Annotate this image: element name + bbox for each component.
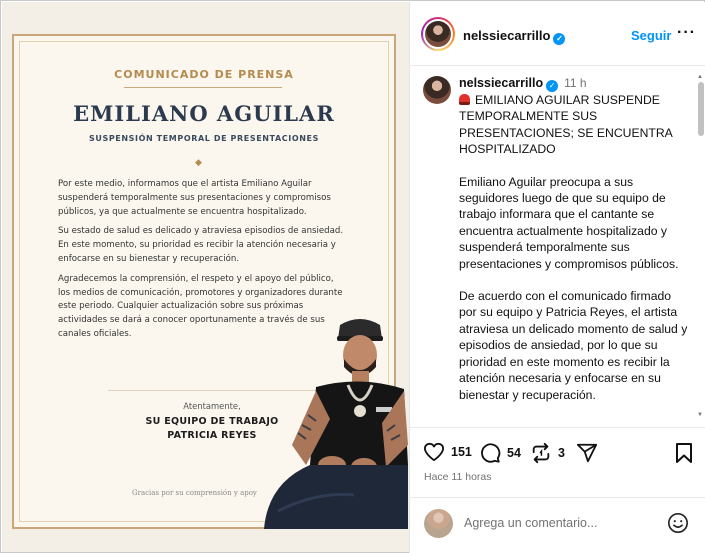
comment-count[interactable]: 54 — [507, 446, 521, 460]
press-release-label: COMUNICADO DE PRENSA — [114, 68, 294, 81]
caption-headline: EMILIANO AGUILAR SUSPENDE TEMPORALMENTE … — [459, 92, 691, 158]
siren-icon — [459, 94, 470, 105]
save-action[interactable] — [674, 442, 694, 464]
press-paragraph: Su estado de salud es delicado y atravie… — [58, 226, 344, 264]
comment-composer — [410, 497, 705, 553]
like-count[interactable]: 151 — [451, 445, 472, 459]
caption-paragraph: Emiliano Aguilar preocupa a sus seguidor… — [459, 174, 679, 271]
caption-text: EMILIANO AGUILAR SUSPENDE TEMPORALMENTE … — [459, 92, 691, 419]
caption-scrollbar[interactable]: ▲ ▼ — [697, 74, 705, 424]
press-release-title: EMILIANO AGUILAR — [73, 101, 335, 126]
caption-paragraph: De acuerdo con el comunicado firmado por… — [459, 289, 688, 402]
follow-button[interactable]: Seguir — [631, 28, 671, 43]
divider — [124, 87, 282, 88]
header-username[interactable]: nelssiecarrillo ✓ — [463, 28, 566, 45]
more-options-icon[interactable]: ··· — [677, 24, 696, 42]
share-icon[interactable] — [576, 442, 598, 464]
repost-icon[interactable] — [530, 442, 552, 464]
emoji-icon[interactable] — [667, 512, 689, 534]
post-details-panel: nelssiecarrillo ✓ Seguir ··· nelssiecarri… — [409, 2, 705, 553]
instagram-post-window: COMUNICADO DE PRENSA EMILIANO AGUILAR SU… — [0, 0, 705, 553]
verified-badge-icon: ✓ — [546, 80, 559, 92]
post-image[interactable]: COMUNICADO DE PRENSA EMILIANO AGUILAR SU… — [2, 2, 409, 552]
diamond-ornament-icon: ◆ — [195, 157, 202, 167]
scroll-thumb[interactable] — [698, 82, 704, 136]
caption-header: nelssiecarrillo ✓ 11 h — [459, 76, 587, 92]
scroll-down-arrow-icon[interactable]: ▼ — [697, 412, 703, 418]
like-action[interactable]: 151 — [423, 442, 472, 462]
repost-count[interactable]: 3 — [558, 446, 565, 460]
verified-badge-icon: ✓ — [553, 33, 566, 45]
caption-area: nelssiecarrillo ✓ 11 h EMILIANO AGUILAR SU… — [410, 67, 705, 427]
press-paragraph: Por este medio, informamos que el artist… — [58, 179, 331, 217]
heart-icon[interactable] — [423, 442, 445, 462]
caption-avatar[interactable] — [423, 76, 451, 104]
action-bar: 151 54 3 Hace 11 horas — [410, 427, 705, 497]
press-release-subtitle: SUSPENSIÓN TEMPORAL DE PRESENTACIONES — [89, 134, 319, 143]
post-header: nelssiecarrillo ✓ Seguir ··· — [410, 2, 705, 66]
avatar[interactable] — [421, 17, 455, 51]
post-time[interactable]: 11 h — [564, 76, 586, 90]
comment-icon[interactable] — [479, 442, 501, 464]
press-release-footer: Gracias por su comprensión y apoy — [132, 489, 257, 497]
posted-time-ago[interactable]: Hace 11 horas — [424, 471, 492, 483]
caption-username[interactable]: nelssiecarrillo — [459, 76, 543, 90]
caption-headline-text: EMILIANO AGUILAR SUSPENDE TEMPORALMENTE … — [459, 93, 673, 157]
repost-action[interactable]: 3 — [530, 442, 565, 464]
username-text[interactable]: nelssiecarrillo — [463, 28, 550, 43]
share-action[interactable] — [576, 442, 598, 464]
current-user-avatar — [424, 509, 453, 538]
scroll-up-arrow-icon[interactable]: ▲ — [697, 74, 703, 80]
bookmark-icon[interactable] — [674, 442, 694, 464]
comment-action[interactable]: 54 — [479, 442, 521, 464]
comment-input[interactable] — [464, 513, 654, 533]
artist-photo-cutout — [264, 319, 408, 529]
